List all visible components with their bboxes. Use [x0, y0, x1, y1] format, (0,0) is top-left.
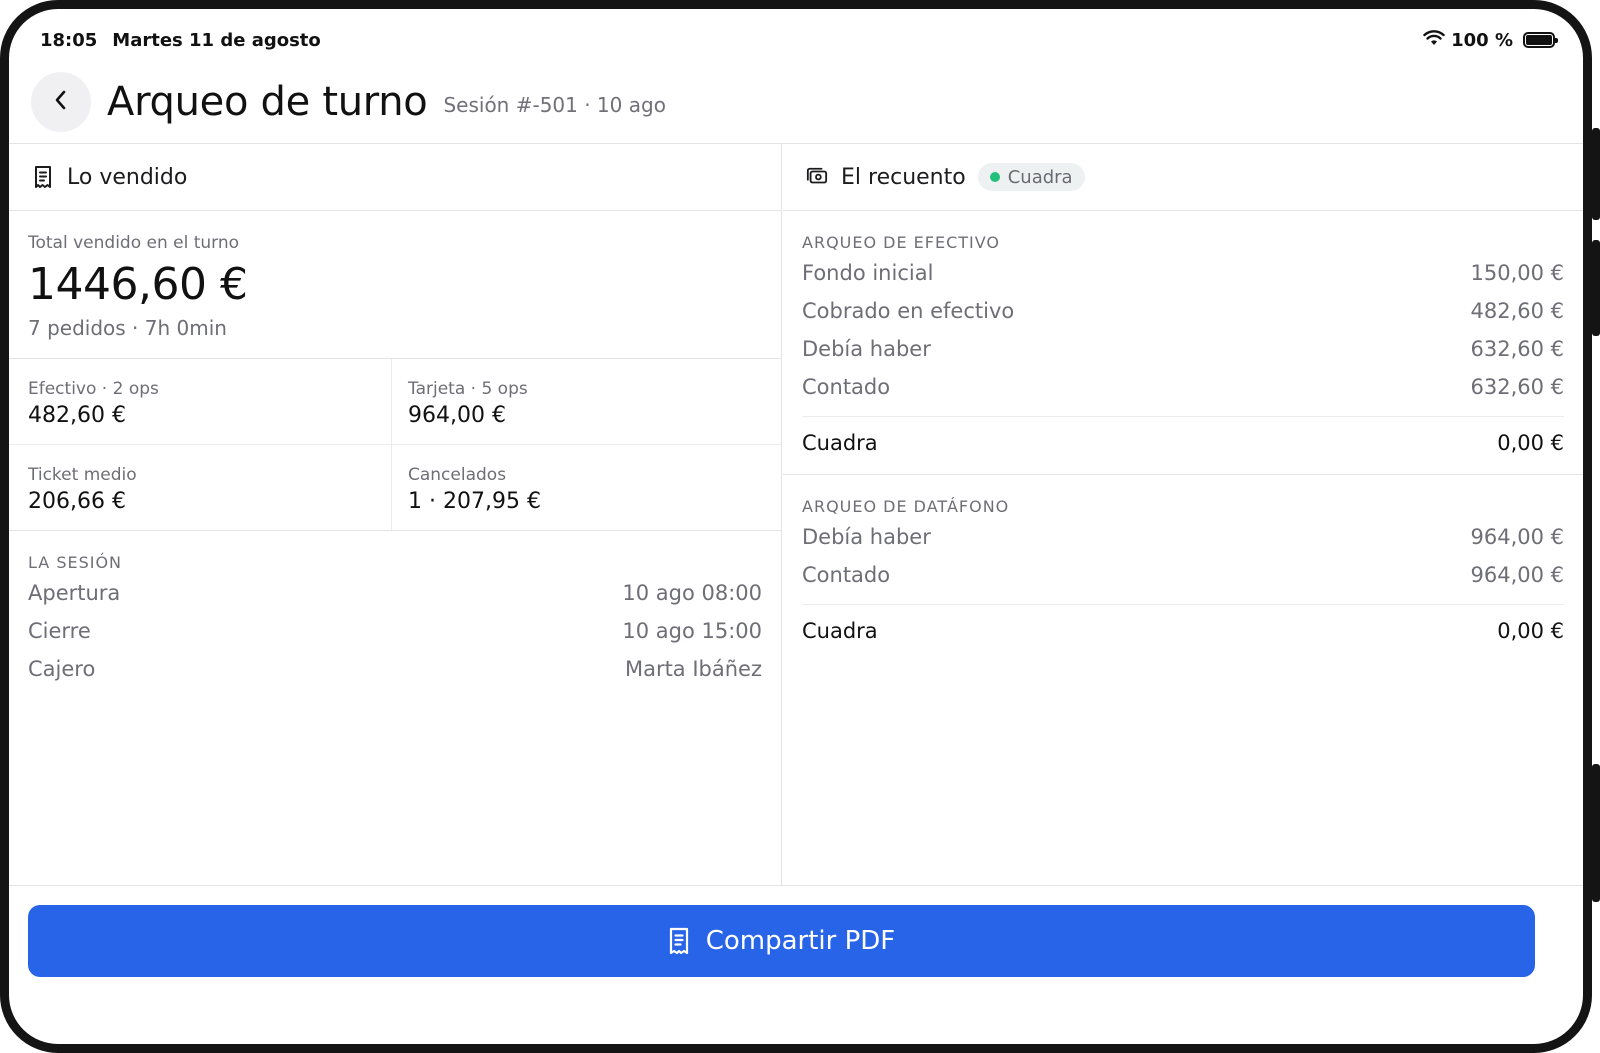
receipt-icon — [32, 165, 54, 189]
card-row: Debía haber 964,00 € — [802, 518, 1564, 556]
session-label: LA SESIÓN — [28, 553, 123, 572]
session-subtitle: Sesión #-501 · 10 ago — [443, 93, 666, 117]
status-badge-label: Cuadra — [1007, 166, 1073, 188]
cash-row: Contado 632,60 € — [802, 368, 1564, 406]
count-header: El recuento Cuadra — [783, 144, 1583, 211]
stat-cash: Efectivo · 2 ops 482,60 € — [9, 359, 392, 445]
stat-cancelled: Cancelados 1 · 207,95 € — [392, 445, 781, 530]
row-value: 10 ago 15:00 — [622, 619, 762, 643]
status-date: Martes 11 de agosto — [112, 29, 321, 51]
cash-row: Debía haber 632,60 € — [802, 330, 1564, 368]
result-label: Cuadra — [802, 618, 878, 643]
receipt-icon — [668, 927, 692, 955]
card-result-row: Cuadra 0,00 € — [802, 604, 1564, 656]
stat-label: Cancelados — [408, 465, 507, 485]
sold-pane: Lo vendido Total vendido en el turno 144… — [9, 144, 782, 886]
cash-row: Cobrado en efectivo 482,60 € — [802, 292, 1564, 330]
total-sub: 7 pedidos · 7h 0min — [28, 316, 227, 340]
row-value: 632,60 € — [1470, 337, 1564, 361]
session-row-opening: Apertura 10 ago 08:00 — [28, 574, 762, 612]
status-time: 18:05 — [40, 29, 98, 51]
stat-value: 1 · 207,95 € — [408, 489, 541, 514]
stat-value: 964,00 € — [408, 403, 506, 428]
sold-heading: Lo vendido — [67, 164, 188, 190]
status-right: 100 % — [1423, 29, 1558, 51]
cash-icon — [806, 165, 828, 189]
total-label: Total vendido en el turno — [28, 233, 240, 253]
device-frame: 18:05 Martes 11 de agosto 100 % Arqueo d… — [0, 0, 1592, 1053]
row-label: Cajero — [28, 657, 96, 681]
total-value: 1446,60 € — [28, 259, 248, 310]
stats-grid: Efectivo · 2 ops 482,60 € Tarjeta · 5 op… — [9, 359, 781, 531]
row-value: 632,60 € — [1470, 375, 1564, 399]
session-section: LA SESIÓN Apertura 10 ago 08:00 Cierre 1… — [9, 531, 781, 688]
card-row: Contado 964,00 € — [802, 556, 1564, 594]
total-block: Total vendido en el turno 1446,60 € 7 pe… — [9, 211, 781, 359]
stat-label: Tarjeta · 5 ops — [408, 379, 528, 399]
device-side-button — [1592, 128, 1600, 220]
row-label: Apertura — [28, 581, 121, 605]
count-pane: El recuento Cuadra ARQUEO DE EFECTIVO Fo… — [783, 144, 1583, 886]
card-count-label: ARQUEO DE DATÁFONO — [802, 497, 1010, 516]
share-pdf-button[interactable]: Compartir PDF — [28, 905, 1535, 977]
footer-divider — [9, 885, 1583, 886]
row-label: Debía haber — [802, 337, 931, 361]
share-pdf-label: Compartir PDF — [705, 926, 896, 956]
row-value: Marta Ibáñez — [624, 657, 762, 681]
cash-count-section: ARQUEO DE EFECTIVO Fondo inicial 150,00 … — [783, 211, 1583, 475]
battery-icon — [1523, 32, 1558, 48]
row-label: Cobrado en efectivo — [802, 299, 1015, 323]
result-label: Cuadra — [802, 430, 878, 455]
stat-value: 482,60 € — [28, 403, 126, 428]
row-value: 10 ago 08:00 — [622, 581, 762, 605]
session-row-closing: Cierre 10 ago 15:00 — [28, 612, 762, 650]
device-side-button — [1592, 764, 1600, 902]
cash-row: Fondo inicial 150,00 € — [802, 254, 1564, 292]
result-value: 0,00 € — [1497, 430, 1564, 455]
row-label: Contado — [802, 375, 891, 399]
wifi-icon — [1423, 29, 1445, 51]
page-title: Arqueo de turno — [107, 79, 428, 125]
stat-average-ticket: Ticket medio 206,66 € — [9, 445, 392, 530]
chevron-left-icon — [53, 88, 69, 116]
stat-card: Tarjeta · 5 ops 964,00 € — [392, 359, 781, 445]
count-heading: El recuento — [841, 164, 966, 190]
cash-count-label: ARQUEO DE EFECTIVO — [802, 233, 1001, 252]
stat-value: 206,66 € — [28, 489, 126, 514]
row-label: Cierre — [28, 619, 91, 643]
session-row-cashier: Cajero Marta Ibáñez — [28, 650, 762, 688]
status-dot — [989, 172, 1000, 182]
battery-percent: 100 % — [1451, 29, 1513, 51]
row-value: 964,00 € — [1470, 563, 1564, 587]
stat-label: Ticket medio — [28, 465, 137, 485]
row-label: Debía haber — [802, 525, 931, 549]
row-label: Fondo inicial — [802, 261, 934, 285]
row-value: 482,60 € — [1470, 299, 1564, 323]
back-button[interactable] — [31, 72, 91, 132]
cash-result-row: Cuadra 0,00 € — [802, 416, 1564, 468]
card-count-section: ARQUEO DE DATÁFONO Debía haber 964,00 € … — [783, 475, 1583, 656]
device-side-button — [1592, 240, 1600, 336]
page-header: Arqueo de turno Sesión #-501 · 10 ago — [31, 67, 666, 137]
status-bar: 18:05 Martes 11 de agosto 100 % — [40, 27, 1558, 53]
row-value: 964,00 € — [1470, 525, 1564, 549]
result-value: 0,00 € — [1497, 618, 1564, 643]
row-value: 150,00 € — [1470, 261, 1564, 285]
status-badge: Cuadra — [977, 163, 1085, 191]
stat-label: Efectivo · 2 ops — [28, 379, 159, 399]
row-label: Contado — [802, 563, 891, 587]
sold-header: Lo vendido — [9, 144, 781, 211]
